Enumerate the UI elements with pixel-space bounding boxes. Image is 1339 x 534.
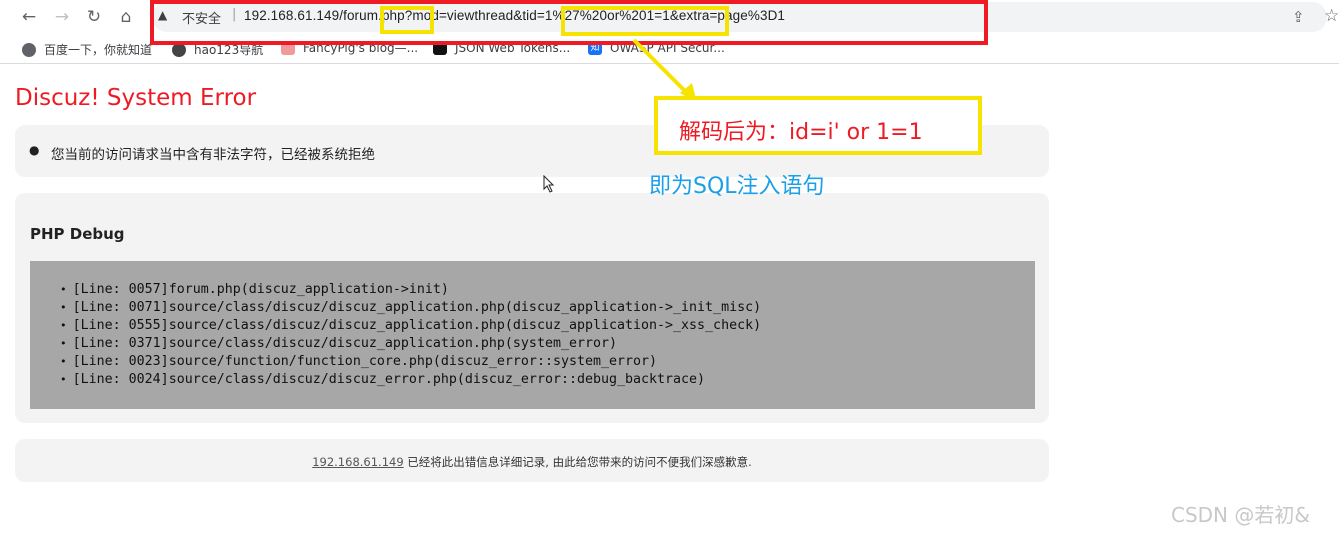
forward-icon[interactable]: → xyxy=(51,6,73,28)
trace-box: [Line: 0057]forum.php(discuz_application… xyxy=(30,261,1035,409)
bookmark-label: 百度一下，你就知道 xyxy=(44,43,153,57)
footer-ip-link[interactable]: 192.168.61.149 xyxy=(312,455,403,469)
trace-line: [Line: 0371]source/class/discuz/discuz_a… xyxy=(60,335,761,353)
back-icon[interactable]: ← xyxy=(18,6,40,28)
bullet-icon: ● xyxy=(29,143,40,157)
php-highlight-box xyxy=(380,6,434,34)
php-debug-panel: PHP Debug [Line: 0057]forum.php(discuz_a… xyxy=(15,193,1049,423)
decoded-label: 解码后为：id=i' or 1=1 xyxy=(679,120,923,145)
error-title: Discuz! System Error xyxy=(15,85,257,111)
trace-list: [Line: 0057]forum.php(discuz_application… xyxy=(60,281,761,389)
trace-line: [Line: 0555]source/class/discuz/discuz_a… xyxy=(60,317,761,335)
error-message: 您当前的访问请求当中含有非法字符，已经被系统拒绝 xyxy=(51,147,375,163)
watermark: CSDN @若初& xyxy=(1171,503,1310,527)
bookmark-star-icon[interactable]: ☆ xyxy=(1324,6,1339,26)
footer-text: 已经将此出错信息详细记录, 由此给您带来的访问不便我们深感歉意. xyxy=(403,455,752,469)
share-icon[interactable]: ⇪ xyxy=(1292,8,1305,26)
globe-icon xyxy=(22,42,36,57)
trace-line: [Line: 0024]source/class/discuz/discuz_e… xyxy=(60,371,761,389)
mouse-cursor-icon xyxy=(543,175,555,193)
reload-icon[interactable]: ↻ xyxy=(83,6,105,28)
tid-highlight-box xyxy=(561,6,729,36)
trace-line: [Line: 0057]forum.php(discuz_application… xyxy=(60,281,761,299)
home-icon[interactable]: ⌂ xyxy=(115,6,137,28)
sql-injection-label: 即为SQL注入语句 xyxy=(649,174,825,199)
footer-panel: 192.168.61.149 已经将此出错信息详细记录, 由此给您带来的访问不便… xyxy=(15,439,1049,482)
debug-title: PHP Debug xyxy=(30,225,125,243)
trace-line: [Line: 0023]source/function/function_cor… xyxy=(60,353,761,371)
bookmark-baidu[interactable]: 百度一下，你就知道 xyxy=(22,41,152,58)
footer-line: 192.168.61.149 已经将此出错信息详细记录, 由此给您带来的访问不便… xyxy=(15,454,1049,470)
trace-line: [Line: 0071]source/class/discuz/discuz_a… xyxy=(60,299,761,317)
